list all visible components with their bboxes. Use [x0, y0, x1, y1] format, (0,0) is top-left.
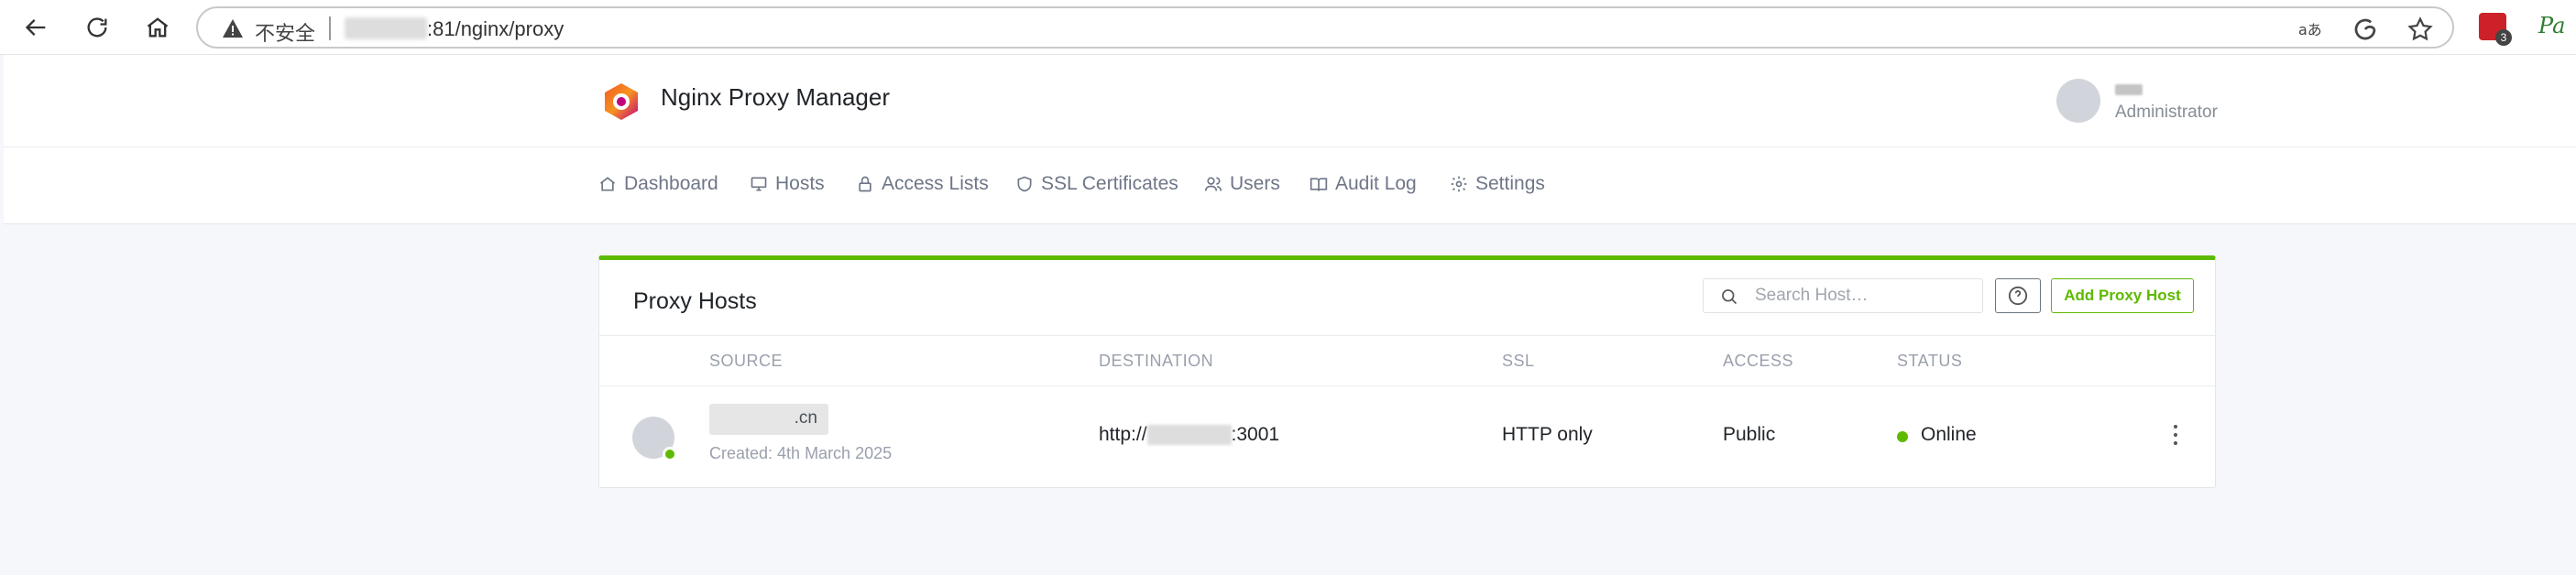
search-box[interactable] [1703, 278, 1983, 313]
table-header: SOURCE DESTINATION SSL ACCESS STATUS [599, 335, 2215, 386]
translate-icon[interactable]: aあ [2296, 16, 2324, 43]
lock-icon [859, 176, 871, 192]
url-text[interactable]: :81/nginx/proxy [427, 17, 564, 41]
proxy-hosts-card: Proxy Hosts Add Proxy Host SOURCE DESTIN… [598, 255, 2216, 488]
card-title: Proxy Hosts [633, 288, 757, 314]
edge-icon[interactable] [2351, 16, 2379, 43]
search-icon [1722, 289, 1737, 305]
page: 不安全 :81/nginx/proxy aあ 3 Pa Nginx Proxy … [0, 0, 2576, 575]
back-icon[interactable] [20, 11, 53, 44]
redacted-user-name [2115, 84, 2143, 95]
destination-prefix: http:// [1099, 424, 1147, 445]
nginx-proxy-manager-logo[interactable] [601, 81, 641, 122]
source-domain[interactable]: .cn [709, 404, 828, 435]
extension-badge: 3 [2495, 29, 2512, 46]
nav-label: SSL Certificates [1041, 173, 1178, 194]
nav-audit-log[interactable]: Audit Log [1310, 173, 1417, 195]
nav-label: Hosts [775, 173, 825, 194]
column-header-destination[interactable]: DESTINATION [1099, 352, 1213, 371]
redacted-destination-host [1146, 425, 1232, 446]
destination: http:// :3001 [1099, 424, 1279, 446]
user-role: Administrator [2115, 103, 2218, 122]
app-title[interactable]: Nginx Proxy Manager [661, 83, 890, 112]
nav-label: Access Lists [882, 173, 989, 194]
nav-label: Dashboard [624, 173, 718, 194]
home-icon [599, 177, 616, 191]
user-avatar[interactable] [2056, 79, 2100, 123]
nav-dashboard[interactable]: Dashboard [598, 173, 718, 195]
svg-text:aあ: aあ [2298, 21, 2322, 38]
column-header-ssl[interactable]: SSL [1502, 352, 1535, 371]
home-browser-icon[interactable] [141, 11, 174, 44]
redacted-host [345, 17, 427, 39]
security-label[interactable]: 不安全 [255, 17, 315, 47]
help-button[interactable] [1995, 278, 2041, 313]
app-header: Nginx Proxy Manager Administrator [4, 55, 2576, 147]
column-header-access[interactable]: ACCESS [1723, 352, 1793, 371]
nav-settings[interactable]: Settings [1450, 173, 1545, 195]
extension-icon[interactable]: 3 [2479, 13, 2512, 46]
table-row[interactable]: .cn Created: 4th March 2025 http:// :3001… [599, 386, 2215, 488]
nav-users[interactable]: Users [1204, 173, 1280, 195]
search-input[interactable] [1755, 283, 1975, 309]
nav-ssl-certificates[interactable]: SSL Certificates [1015, 173, 1178, 195]
column-header-source[interactable]: SOURCE [709, 352, 783, 371]
nav-hosts[interactable]: Hosts [750, 173, 825, 195]
book-icon [1310, 178, 1328, 191]
status-dot-icon [1897, 431, 1908, 442]
question-icon [2008, 286, 2028, 306]
favorite-star-icon[interactable] [2406, 16, 2434, 43]
add-proxy-host-button[interactable]: Add Proxy Host [2051, 278, 2194, 313]
row-menu-icon[interactable] [2169, 423, 2182, 447]
nav-label: Settings [1475, 173, 1545, 194]
divider [329, 16, 331, 40]
nav-access-lists[interactable]: Access Lists [856, 173, 989, 195]
monitor-icon [751, 177, 767, 191]
extension-pa-icon[interactable]: Pa [2538, 13, 2566, 40]
ssl-value: HTTP only [1502, 424, 1593, 445]
address-bar[interactable]: 不安全 :81/nginx/proxy aあ [196, 6, 2454, 49]
source-domain-suffix: .cn [794, 408, 817, 428]
destination-suffix: :3001 [1231, 424, 1280, 445]
browser-toolbar: 不安全 :81/nginx/proxy aあ 3 Pa [0, 0, 2576, 55]
gear-icon [1451, 176, 1467, 192]
online-indicator [663, 447, 677, 461]
access-value: Public [1723, 424, 1776, 445]
nav-label: Users [1230, 173, 1280, 194]
column-header-status[interactable]: STATUS [1897, 352, 1962, 371]
users-icon [1204, 177, 1222, 191]
status-value: Online [1921, 424, 1977, 445]
warning-icon [223, 19, 243, 38]
reload-icon[interactable] [81, 11, 114, 44]
main-nav: Dashboard Hosts Access Lists SSL Certifi… [4, 147, 2576, 224]
shield-icon [1017, 176, 1032, 192]
created-date: Created: 4th March 2025 [709, 444, 893, 462]
nav-label: Audit Log [1335, 173, 1417, 194]
